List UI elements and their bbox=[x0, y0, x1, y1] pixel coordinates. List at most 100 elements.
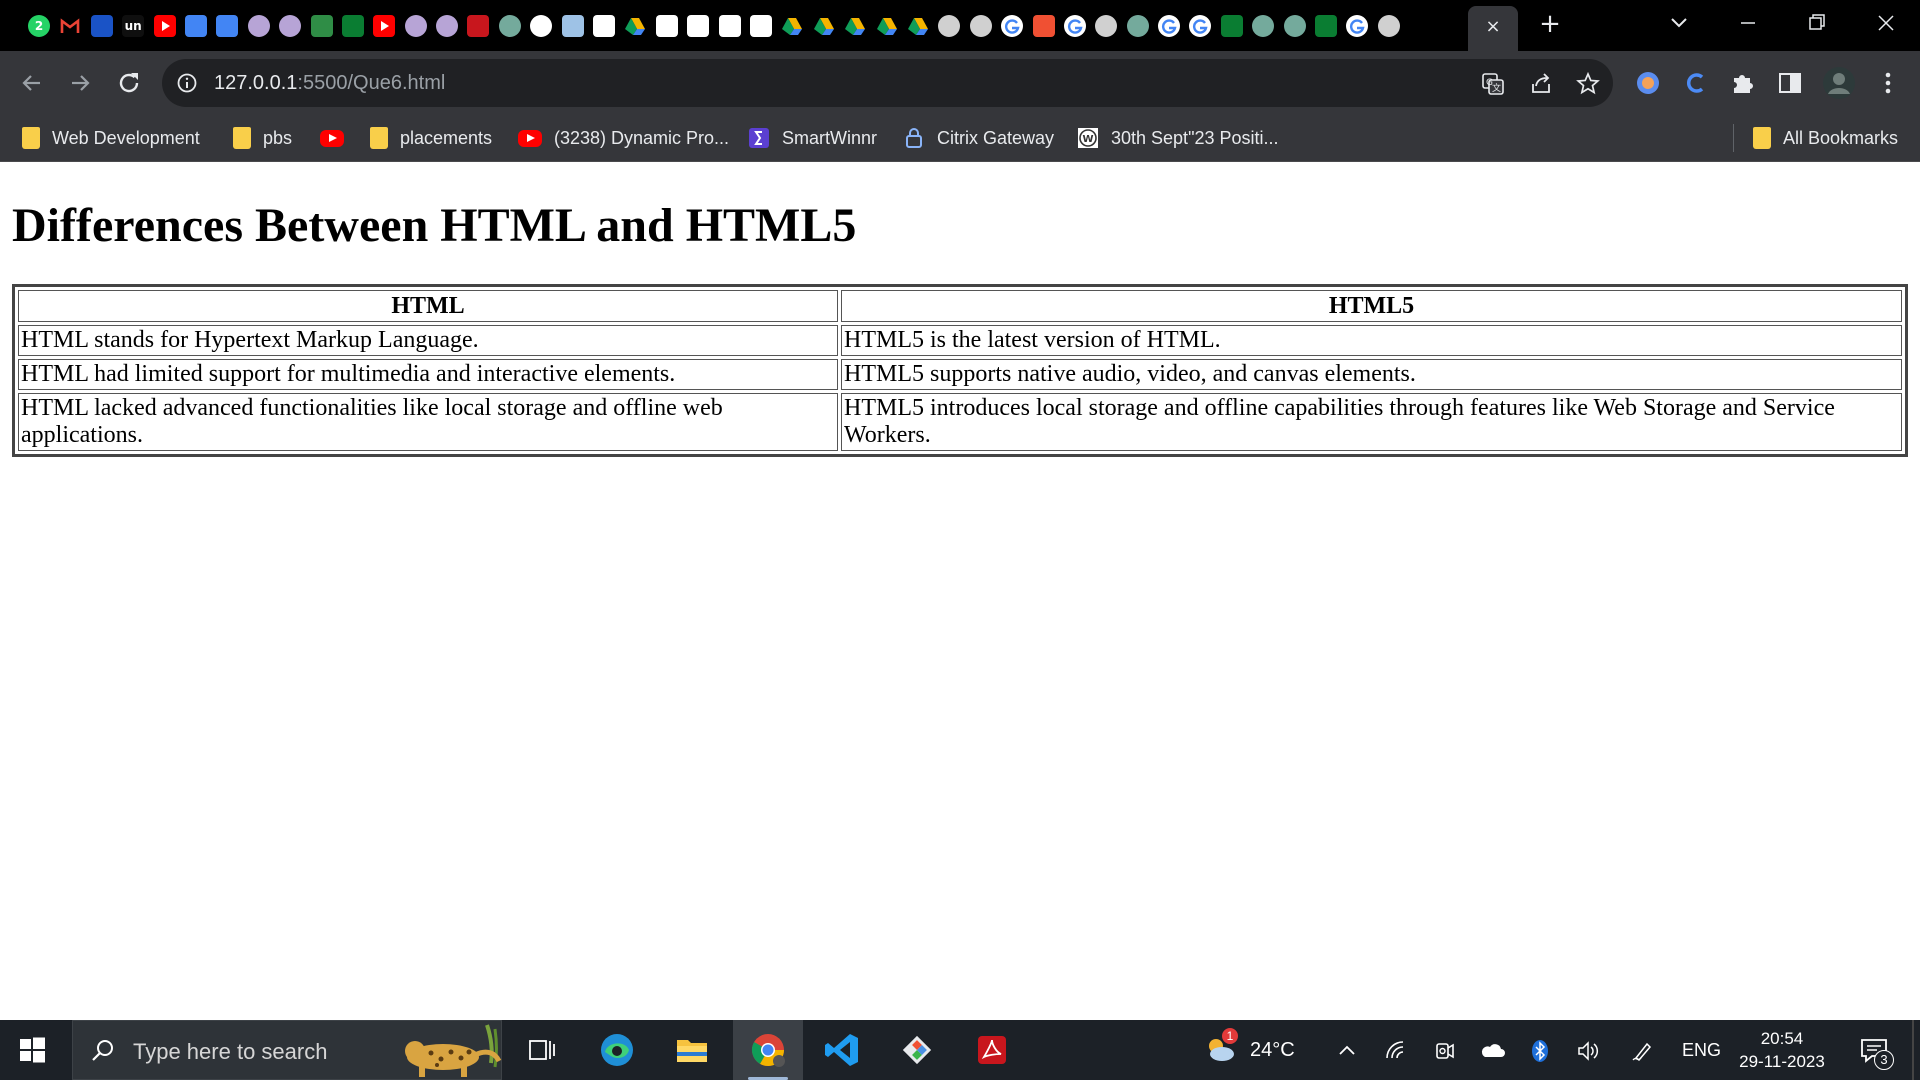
extension-c-icon[interactable] bbox=[1681, 68, 1711, 98]
chatgpt-icon[interactable] bbox=[1252, 15, 1275, 37]
weather-temperature[interactable]: 24°C bbox=[1250, 1039, 1295, 1062]
minimize-icon[interactable] bbox=[1728, 8, 1768, 38]
menu-kebab-icon[interactable] bbox=[1873, 68, 1903, 98]
svg-text:文: 文 bbox=[1492, 82, 1501, 94]
bookmark-citrix-gateway[interactable]: Citrix Gateway bbox=[903, 125, 1054, 151]
git-icon[interactable] bbox=[1032, 15, 1055, 37]
chevron-up-icon[interactable] bbox=[1334, 1038, 1360, 1064]
url-text[interactable]: 127.0.0.1:5500/Que6.html bbox=[214, 72, 445, 94]
whatsapp-icon[interactable]: 2 bbox=[28, 15, 50, 37]
bookmark-label: Citrix Gateway bbox=[937, 127, 1055, 148]
avatar-icon[interactable] bbox=[404, 15, 427, 37]
avatar-icon[interactable] bbox=[279, 15, 302, 37]
tab-search-chevron-icon[interactable] bbox=[1666, 10, 1692, 36]
wordpress-icon[interactable] bbox=[593, 15, 616, 37]
wordpress-icon: W bbox=[1078, 128, 1098, 148]
w-icon[interactable] bbox=[1315, 15, 1338, 37]
bookmark-placements[interactable]: placements bbox=[370, 125, 492, 151]
wordpress-icon[interactable] bbox=[687, 15, 710, 37]
edge-icon[interactable] bbox=[597, 1030, 637, 1070]
vscode-icon[interactable] bbox=[822, 1030, 862, 1070]
youtube-icon[interactable] bbox=[153, 15, 176, 37]
bookmark-pbs[interactable]: pbs bbox=[233, 125, 292, 151]
google-drive-icon[interactable] bbox=[907, 15, 929, 37]
google-drive-icon[interactable] bbox=[844, 15, 866, 37]
forward-arrow-icon[interactable] bbox=[64, 67, 96, 99]
wordpress-icon[interactable] bbox=[718, 15, 741, 37]
avatar-icon[interactable] bbox=[247, 15, 270, 37]
new-tab-button[interactable]: + bbox=[1536, 10, 1564, 38]
site-info-icon[interactable] bbox=[176, 72, 198, 94]
google-icon[interactable] bbox=[1346, 15, 1369, 37]
profile-avatar[interactable] bbox=[1822, 66, 1856, 100]
task-view-icon[interactable] bbox=[521, 1030, 561, 1070]
google-icon[interactable] bbox=[1063, 15, 1086, 37]
pen-workspace-icon[interactable] bbox=[1630, 1038, 1656, 1064]
google-icon[interactable] bbox=[1001, 15, 1024, 37]
restore-icon[interactable] bbox=[1796, 8, 1836, 38]
bookmark-dynamic-pro[interactable]: (3238) Dynamic Pro... bbox=[518, 125, 729, 151]
active-tab[interactable]: × bbox=[1468, 6, 1518, 51]
show-desktop-button[interactable] bbox=[1912, 1020, 1914, 1080]
unacademy-icon[interactable]: un bbox=[122, 15, 145, 37]
bookmark-star-icon[interactable] bbox=[1575, 71, 1601, 97]
chatgpt-icon[interactable] bbox=[1283, 15, 1306, 37]
github-icon[interactable] bbox=[530, 15, 553, 37]
extension-circle-icon[interactable] bbox=[1633, 68, 1663, 98]
windows-start-icon[interactable] bbox=[16, 1034, 48, 1066]
google-icon[interactable] bbox=[1158, 15, 1181, 37]
globe-icon[interactable] bbox=[1377, 15, 1400, 37]
side-panel-icon[interactable] bbox=[1775, 68, 1805, 98]
meet-now-icon[interactable] bbox=[1432, 1038, 1458, 1064]
bookmark-30th-sept[interactable]: W 30th Sept"23 Positi... bbox=[1077, 125, 1279, 151]
globe-icon[interactable] bbox=[938, 15, 961, 37]
google-drive-icon[interactable] bbox=[876, 15, 898, 37]
google-icon[interactable] bbox=[1189, 15, 1212, 37]
google-drive-icon[interactable] bbox=[781, 15, 803, 37]
w-icon[interactable] bbox=[341, 15, 364, 37]
chrome-icon[interactable] bbox=[748, 1030, 788, 1070]
google-drive-icon[interactable] bbox=[624, 15, 646, 37]
bookmark-smartwinnr[interactable]: SmartWinnr bbox=[748, 125, 877, 151]
google-drive-icon[interactable] bbox=[813, 15, 835, 37]
mountain-icon[interactable] bbox=[561, 15, 584, 37]
volume-icon[interactable] bbox=[1575, 1038, 1601, 1064]
bluetooth-icon[interactable] bbox=[1527, 1038, 1553, 1064]
gmail-icon[interactable] bbox=[59, 15, 82, 37]
bookmark-youtube[interactable] bbox=[320, 125, 356, 151]
youtube-icon[interactable] bbox=[373, 15, 396, 37]
chatgpt-icon[interactable] bbox=[1126, 15, 1149, 37]
input-language[interactable]: ENG bbox=[1682, 1040, 1721, 1061]
alphabet-icon[interactable] bbox=[90, 15, 113, 37]
youtube-icon bbox=[518, 129, 542, 147]
chatgpt-icon[interactable] bbox=[498, 15, 521, 37]
bookmark-web-development[interactable]: Web Development bbox=[22, 125, 200, 151]
pdf-icon[interactable] bbox=[467, 15, 490, 37]
translate-icon[interactable]: G 文 bbox=[1480, 71, 1506, 97]
globe-icon[interactable] bbox=[969, 15, 992, 37]
all-bookmarks[interactable]: All Bookmarks bbox=[1753, 125, 1898, 151]
back-arrow-icon[interactable] bbox=[16, 67, 48, 99]
avatar-icon[interactable] bbox=[436, 15, 459, 37]
onedrive-cloud-icon[interactable] bbox=[1480, 1038, 1506, 1064]
git-gui-icon[interactable] bbox=[897, 1030, 937, 1070]
wifi-icon[interactable] bbox=[1383, 1038, 1409, 1064]
reload-icon[interactable] bbox=[113, 67, 145, 99]
share-icon[interactable] bbox=[1528, 71, 1554, 97]
w-icon[interactable] bbox=[1220, 15, 1243, 37]
table-cell: HTML lacked advanced functionalities lik… bbox=[18, 393, 838, 451]
close-window-icon[interactable] bbox=[1866, 8, 1906, 38]
wordpress-icon[interactable] bbox=[749, 15, 772, 37]
taskbar-search-box[interactable]: Type here to search bbox=[72, 1020, 502, 1080]
acrobat-icon[interactable] bbox=[972, 1030, 1012, 1070]
google-docs-icon[interactable] bbox=[184, 15, 207, 37]
close-tab-icon[interactable]: × bbox=[1482, 16, 1504, 38]
system-clock[interactable]: 20:54 29-11-2023 bbox=[1736, 1027, 1828, 1073]
globe-icon[interactable] bbox=[1095, 15, 1118, 37]
file-explorer-icon[interactable] bbox=[672, 1030, 712, 1070]
geeksforgeeks-icon[interactable] bbox=[310, 15, 333, 37]
address-bar[interactable]: 127.0.0.1:5500/Que6.html G 文 bbox=[162, 59, 1613, 107]
google-docs-icon[interactable] bbox=[216, 15, 239, 37]
extensions-puzzle-icon[interactable] bbox=[1728, 68, 1758, 98]
wordpress-icon[interactable] bbox=[655, 15, 678, 37]
